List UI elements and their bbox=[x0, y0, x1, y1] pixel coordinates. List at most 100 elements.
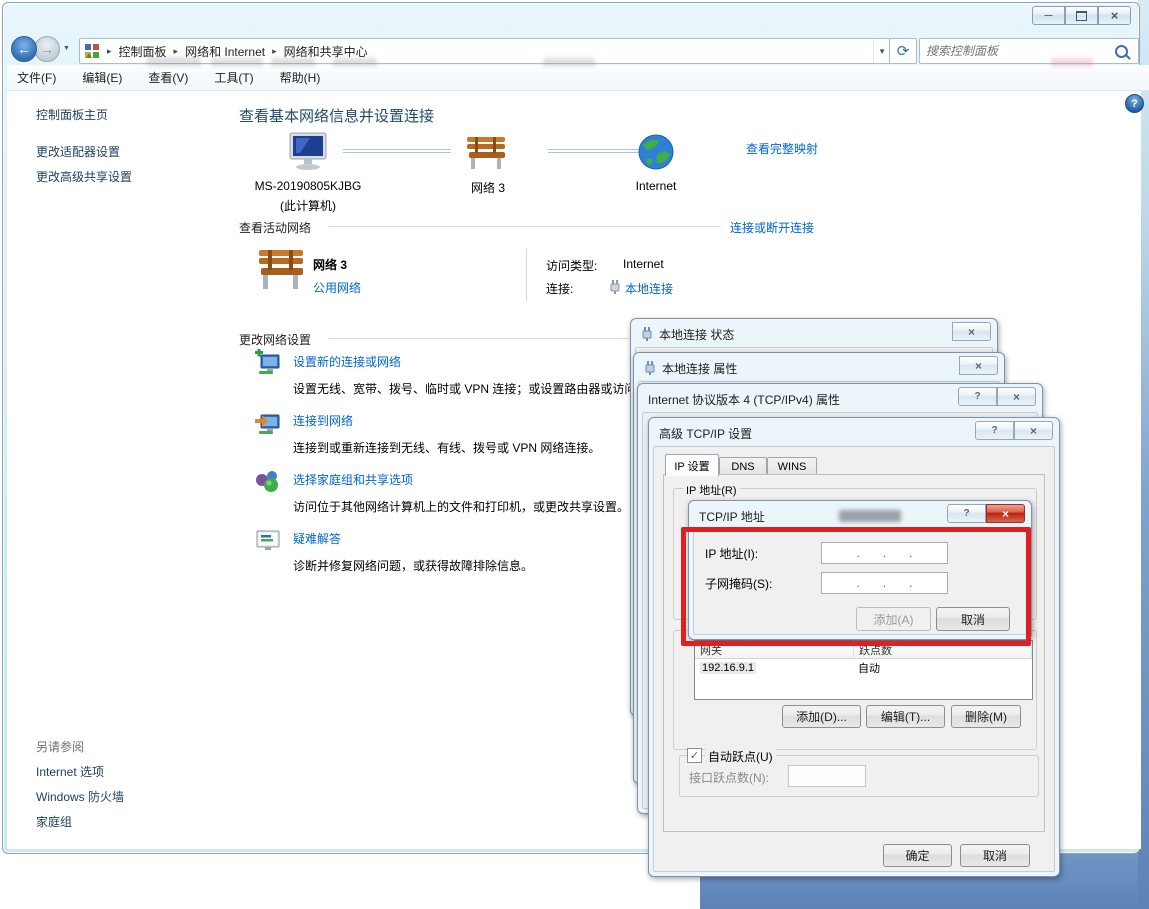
window-caption-buttons: — × bbox=[1032, 6, 1131, 23]
tab-ip-settings[interactable]: IP 设置 bbox=[665, 454, 719, 476]
minimize-icon: — bbox=[1045, 11, 1053, 20]
maximize-button[interactable] bbox=[1065, 6, 1098, 25]
close-icon: × bbox=[1030, 424, 1037, 438]
setup-new-connection-link[interactable]: 设置新的连接或网络 bbox=[293, 353, 401, 370]
help-button[interactable]: ? bbox=[1125, 94, 1144, 113]
search-input[interactable] bbox=[920, 44, 1115, 58]
troubleshoot-icon bbox=[253, 527, 283, 555]
close-button[interactable]: × bbox=[986, 504, 1025, 523]
help-icon: ? bbox=[974, 391, 980, 402]
dialog-title: Internet 协议版本 4 (TCP/IPv4) 属性 bbox=[648, 391, 840, 408]
sidebar-item-change-adapter-settings[interactable]: 更改适配器设置 bbox=[36, 143, 120, 160]
menu-tools[interactable]: 工具(T) bbox=[214, 69, 253, 86]
close-button[interactable]: × bbox=[1098, 6, 1131, 25]
forward-button[interactable]: → bbox=[34, 36, 60, 62]
new-connection-icon bbox=[253, 349, 283, 377]
watermark-smudge bbox=[146, 57, 201, 66]
minimize-button[interactable]: — bbox=[1032, 6, 1065, 25]
watermark-smudge bbox=[271, 58, 315, 66]
section-rule bbox=[329, 338, 629, 339]
gateway-remove-button[interactable]: 删除(M) bbox=[951, 705, 1021, 728]
forward-icon: → bbox=[40, 41, 54, 57]
help-button[interactable]: ? bbox=[975, 421, 1014, 440]
interface-metric-input[interactable] bbox=[788, 765, 866, 787]
gateway-edit-button[interactable]: 编辑(T)... bbox=[866, 705, 945, 728]
button-label: 确定 bbox=[905, 847, 929, 864]
connect-disconnect-link[interactable]: 连接或断开连接 bbox=[730, 219, 814, 236]
homegroup-sharing-link[interactable]: 选择家庭组和共享选项 bbox=[293, 471, 413, 488]
auto-metric-checkbox[interactable]: ✓ bbox=[687, 748, 702, 763]
network-bench-icon bbox=[253, 247, 309, 293]
homegroup-icon bbox=[253, 468, 283, 496]
sidebar-item-homegroup[interactable]: 家庭组 bbox=[36, 813, 72, 830]
menu-file[interactable]: 文件(F) bbox=[17, 69, 56, 86]
connection-plug-icon bbox=[641, 326, 653, 341]
check-icon: ✓ bbox=[690, 749, 699, 762]
network-location-icon bbox=[84, 43, 100, 59]
button-label: 添加(D)... bbox=[796, 708, 847, 725]
auto-metric-label: 自动跃点(U) bbox=[705, 748, 776, 765]
computer-sub-label: (此计算机) bbox=[243, 197, 373, 214]
menu-view[interactable]: 查看(V) bbox=[148, 69, 188, 86]
sidebar-item-change-sharing-settings[interactable]: 更改高级共享设置 bbox=[36, 168, 132, 185]
search-icon bbox=[1115, 45, 1128, 58]
address-dropdown[interactable]: ▼ bbox=[873, 39, 890, 63]
map-connector bbox=[548, 149, 640, 150]
see-also-header: 另请参阅 bbox=[36, 738, 84, 755]
refresh-icon: ⟳ bbox=[897, 42, 910, 60]
dialog-title: 本地连接 状态 bbox=[659, 326, 734, 343]
help-icon: ? bbox=[991, 425, 997, 436]
search-box bbox=[919, 38, 1139, 64]
menu-help[interactable]: 帮助(H) bbox=[280, 69, 321, 86]
help-icon: ? bbox=[963, 508, 969, 519]
button-label: 取消 bbox=[983, 847, 1007, 864]
metric-value: 自动 bbox=[853, 660, 1032, 676]
internet-globe-icon bbox=[637, 133, 675, 171]
menu-edit[interactable]: 编辑(E) bbox=[82, 69, 122, 86]
local-connection-link[interactable]: 本地连接 bbox=[625, 280, 673, 297]
map-network-label: 网络 3 bbox=[448, 179, 528, 196]
gateway-row[interactable]: 192.16.9.1 自动 bbox=[695, 659, 1032, 677]
gateway-list[interactable]: 网关 跃点数 192.16.9.1 自动 bbox=[694, 640, 1033, 700]
help-button[interactable]: ? bbox=[958, 387, 997, 406]
gateway-value: 192.16.9.1 bbox=[700, 662, 756, 674]
tab-label: DNS bbox=[731, 461, 754, 473]
close-button[interactable]: × bbox=[952, 322, 991, 341]
close-icon: × bbox=[1002, 507, 1009, 521]
close-button[interactable]: × bbox=[1014, 421, 1053, 440]
close-button[interactable]: × bbox=[959, 356, 998, 375]
button-label: 删除(M) bbox=[965, 708, 1007, 725]
connection-plug-icon bbox=[609, 279, 621, 294]
breadcrumb-network-sharing[interactable]: 网络和共享中心 bbox=[284, 43, 368, 60]
view-full-map-link[interactable]: 查看完整映射 bbox=[746, 140, 818, 157]
chevron-down-icon: ▼ bbox=[63, 45, 70, 52]
cancel-button[interactable]: 取消 bbox=[960, 844, 1030, 867]
ok-button[interactable]: 确定 bbox=[883, 844, 952, 867]
dialog-title: TCP/IP 地址 bbox=[699, 508, 765, 525]
public-network-link[interactable]: 公用网络 bbox=[313, 279, 361, 296]
close-button[interactable]: × bbox=[997, 387, 1036, 406]
close-icon: × bbox=[968, 325, 975, 339]
breadcrumb-separator-icon: ▸ bbox=[269, 46, 280, 57]
connections-label: 连接: bbox=[546, 280, 573, 297]
gateway-add-button[interactable]: 添加(D)... bbox=[782, 705, 861, 728]
map-internet-label: Internet bbox=[616, 179, 696, 193]
watermark-smudge bbox=[211, 58, 263, 66]
back-icon: ← bbox=[17, 41, 31, 57]
back-button[interactable]: ← bbox=[11, 36, 37, 62]
sidebar-item-windows-firewall[interactable]: Windows 防火墙 bbox=[36, 788, 124, 805]
dialog-title: 本地连接 属性 bbox=[662, 360, 737, 377]
troubleshoot-link[interactable]: 疑难解答 bbox=[293, 530, 341, 547]
close-icon: × bbox=[1013, 390, 1020, 404]
recent-pages-dropdown[interactable]: ▼ bbox=[63, 45, 70, 52]
ip-address-group-label: IP 地址(R) bbox=[683, 482, 740, 498]
help-button[interactable]: ? bbox=[947, 504, 986, 523]
sidebar-item-internet-options[interactable]: Internet 选项 bbox=[36, 763, 104, 780]
help-icon: ? bbox=[1131, 98, 1138, 110]
chevron-down-icon: ▼ bbox=[878, 47, 886, 56]
refresh-button[interactable]: ⟳ bbox=[889, 38, 917, 64]
connect-to-network-link[interactable]: 连接到网络 bbox=[293, 412, 353, 429]
close-icon: × bbox=[1111, 8, 1119, 23]
sidebar-item-control-panel-home[interactable]: 控制面板主页 bbox=[36, 106, 108, 123]
tab-label: IP 设置 bbox=[674, 458, 709, 474]
